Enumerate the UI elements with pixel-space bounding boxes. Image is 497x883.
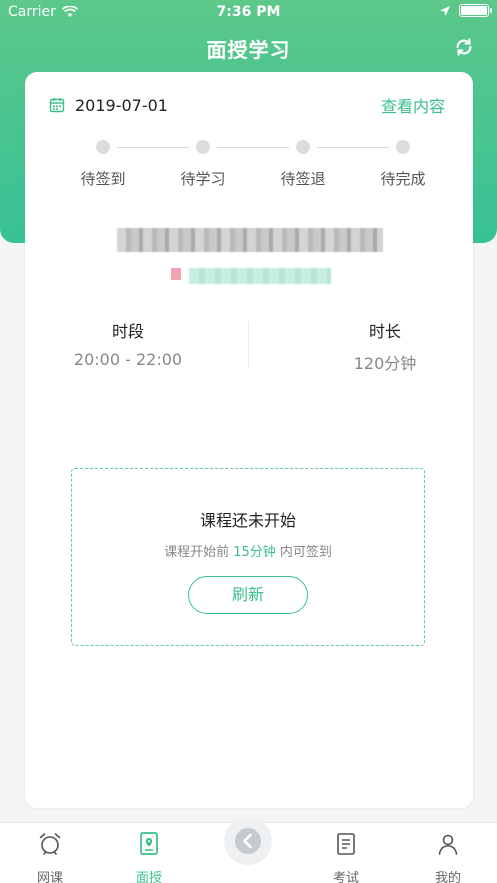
notice-sub-highlight: 15分钟	[233, 545, 276, 560]
calendar-icon	[49, 98, 65, 113]
notice-subtitle: 课程开始前 15分钟 内可签到	[72, 541, 424, 560]
progress-steps: 待签到 待学习 待签退 待完成	[53, 140, 453, 200]
profile-icon	[438, 834, 458, 855]
notice-sub-suffix: 内可签到	[275, 545, 332, 560]
not-started-notice: 课程还未开始 课程开始前 15分钟 内可签到 刷新	[71, 468, 425, 646]
location-arrow-icon	[440, 5, 450, 16]
step-study: 待学习	[153, 140, 253, 189]
battery-icon	[459, 4, 492, 17]
period-label: 时段	[111, 322, 144, 341]
tab-online-course[interactable]: 网课	[20, 831, 80, 883]
tab-exam[interactable]: 考试	[316, 831, 376, 883]
tab-profile[interactable]: 我的	[418, 831, 478, 883]
notice-sub-prefix: 课程开始前	[164, 545, 234, 560]
back-arrow-icon	[235, 828, 261, 854]
course-location-redacted	[189, 268, 331, 284]
tab-face-to-face[interactable]: 面授	[119, 831, 179, 883]
period-value: 20:00 - 22:00	[73, 350, 183, 369]
status-right	[439, 4, 492, 17]
step-sign-in: 待签到	[53, 140, 153, 189]
course-date: 2019-07-01	[75, 95, 168, 115]
duration-value: 120分钟	[353, 354, 417, 373]
status-time: 7:36 PM	[216, 4, 281, 20]
location-book-icon	[140, 832, 158, 855]
step-label: 待签退	[280, 170, 326, 188]
step-dot	[396, 140, 410, 154]
step-dot	[296, 140, 310, 154]
tab-label: 我的	[434, 871, 461, 883]
info-divider	[248, 322, 249, 368]
course-card: 2019-07-01 查看内容 待签到 待学习 待签退 待完成 时段 20:00…	[25, 72, 473, 808]
bottom-tab-bar: 网课 面授 考试 我的	[0, 817, 497, 883]
tab-label: 面授	[135, 871, 162, 883]
refresh-icon[interactable]	[453, 36, 475, 58]
tab-label: 网课	[36, 871, 63, 883]
date-row: 2019-07-01 查看内容	[49, 94, 445, 116]
page-title: 面授学习	[206, 38, 291, 62]
view-content-link[interactable]: 查看内容	[381, 93, 445, 117]
step-sign-out: 待签退	[253, 140, 353, 189]
alarm-clock-icon	[39, 833, 61, 855]
refresh-button[interactable]: 刷新	[188, 576, 308, 614]
step-complete: 待完成	[353, 140, 453, 189]
center-action-button[interactable]	[224, 817, 272, 865]
step-dot	[96, 140, 110, 154]
status-bar: Carrier 7:36 PM	[0, 0, 497, 26]
course-tag-redacted	[171, 268, 181, 280]
tab-label: 考试	[332, 871, 359, 883]
duration-block: 时长 120分钟	[345, 318, 425, 374]
course-title-redacted	[117, 228, 383, 252]
time-info: 时段 20:00 - 22:00 时长 120分钟	[25, 318, 473, 373]
period-block: 时段 20:00 - 22:00	[73, 318, 183, 369]
duration-label: 时长	[368, 322, 401, 341]
notice-title: 课程还未开始	[199, 511, 296, 530]
exam-icon	[337, 833, 355, 855]
step-label: 待完成	[380, 170, 426, 188]
step-dot	[196, 140, 210, 154]
step-label: 待学习	[180, 170, 226, 188]
step-label: 待签到	[80, 170, 126, 188]
